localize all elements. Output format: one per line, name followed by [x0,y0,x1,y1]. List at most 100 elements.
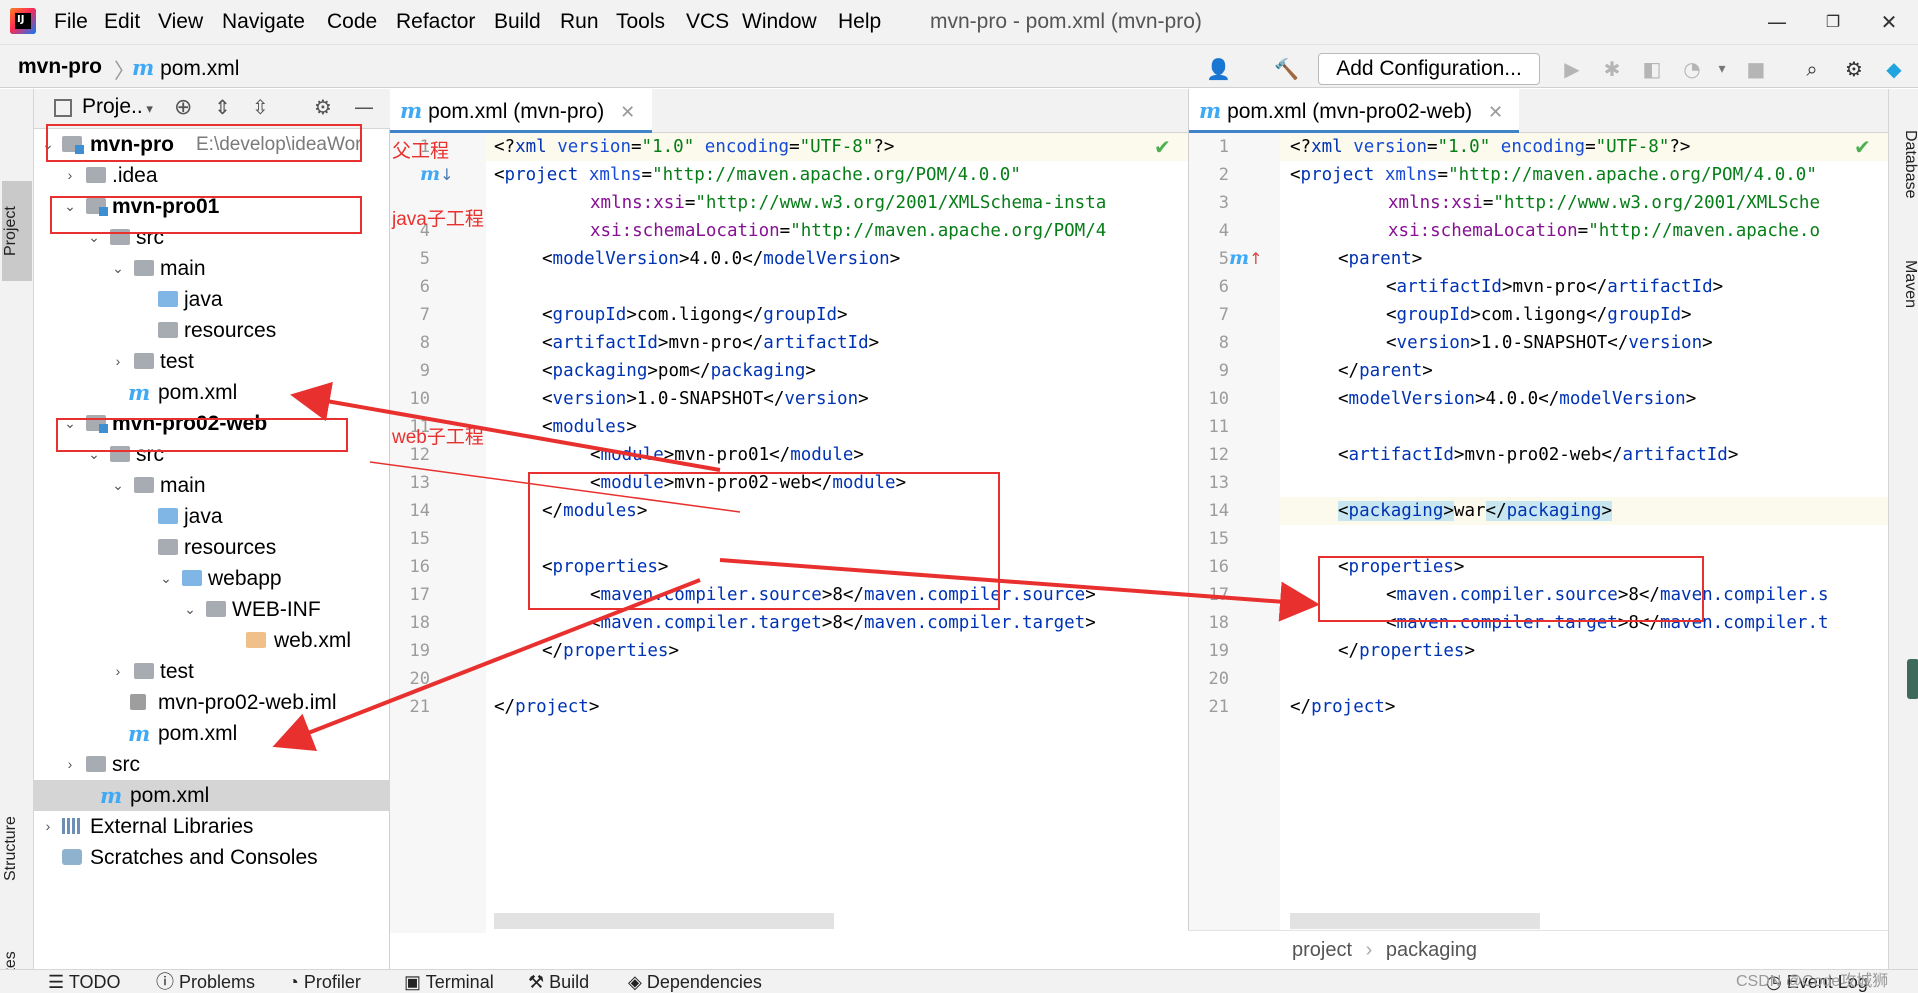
restore-icon[interactable]: ❐ [1818,8,1848,36]
tree-item-main[interactable]: ⌄ main [34,470,390,501]
annotation-box-web-child [56,418,348,452]
menu-build[interactable]: Build [494,0,541,44]
tool-tab-maven[interactable]: Maven [1889,239,1918,329]
expanded-chevron-icon[interactable]: ⌄ [158,563,174,594]
expanded-chevron-icon[interactable]: ⌄ [182,594,198,625]
line-number: 15 [1208,529,1229,549]
tool-problems[interactable]: ⓘ Problems [156,970,255,993]
tool-todo[interactable]: ☰ TODO [48,970,120,993]
horizontal-scrollbar[interactable] [1290,913,1540,929]
tree-item-pom-xml[interactable]: m pom.xml [34,718,390,749]
no-problems-check-icon[interactable]: ✔ [1154,135,1171,159]
tree-item-idea[interactable]: › .idea [34,160,390,191]
project-view-selector[interactable]: Proje.. ▾ [82,95,153,119]
menu-help[interactable]: Help [838,0,881,44]
menu-tools[interactable]: Tools [616,0,665,44]
maven-implemented-icon[interactable]: m↓ [420,163,454,185]
tree-item-src[interactable]: › src [34,749,390,780]
right-editor-code[interactable]: <?xml version="1.0" encoding="UTF-8"?> ✔… [1280,133,1888,933]
line-number: 7 [419,305,430,325]
menu-navigate[interactable]: Navigate [222,0,305,44]
maven-overrides-icon[interactable]: m↑ [1229,247,1263,269]
tree-item-iml[interactable]: mvn-pro02-web.iml [34,687,390,718]
build-hammer-icon[interactable]: 🔨 [1274,57,1299,81]
annotation-box-java-child [50,196,362,234]
left-tool-stripe: Project Structure Favorites [0,89,34,993]
tool-profiler[interactable]: ◔ Profiler [288,970,361,993]
minimize-icon[interactable]: — [1762,8,1792,36]
panel-settings-icon[interactable]: ⚙ [314,95,332,119]
run-icon[interactable]: ▶ [1560,57,1584,81]
tree-item-webapp[interactable]: ⌄ webapp [34,563,390,594]
horizontal-scrollbar[interactable] [494,913,834,929]
menu-edit[interactable]: Edit [104,0,140,44]
menu-run[interactable]: Run [560,0,599,44]
settings-gear-icon[interactable]: ⚙ [1842,57,1866,81]
tree-item-label: .idea [112,164,158,187]
tree-item-java[interactable]: java [34,501,390,532]
collapsed-chevron-icon[interactable]: › [110,346,126,377]
tree-item-external-libraries[interactable]: › External Libraries [34,811,390,842]
stop-icon[interactable]: ■ [1744,57,1768,81]
tree-item-java[interactable]: java [34,284,390,315]
menu-code[interactable]: Code [327,0,377,44]
expanded-chevron-icon[interactable]: ⌄ [110,253,126,284]
collapsed-chevron-icon[interactable]: › [62,749,78,780]
search-icon[interactable]: ⌕ [1800,57,1824,81]
tree-item-resources[interactable]: resources [34,532,390,563]
no-problems-check-icon[interactable]: ✔ [1854,135,1871,159]
tree-item-scratches[interactable]: Scratches and Consoles [34,842,390,873]
line-number: 20 [1208,669,1229,689]
hide-panel-icon[interactable]: — [354,95,374,119]
line-number: 6 [419,277,430,297]
tab-pom-mvn-pro[interactable]: m pom.xml (mvn-pro) ✕ [390,89,652,133]
tree-item-resources[interactable]: resources [34,315,390,346]
tree-item-web-inf[interactable]: ⌄ WEB-INF [34,594,390,625]
tool-terminal[interactable]: ▣ Terminal [404,970,494,993]
notification-indicator[interactable] [1907,659,1918,699]
add-configuration-button[interactable]: Add Configuration... [1318,53,1540,85]
tree-item-web-xml[interactable]: web.xml [34,625,390,656]
collapse-all-icon[interactable]: ⇳ [252,95,269,119]
breadcrumb-project[interactable]: mvn-pro [18,55,102,79]
menu-view[interactable]: View [158,0,203,44]
profiler-icon: ◔ [288,972,304,992]
locate-icon[interactable]: ⊕ [174,95,192,120]
annotation-box-parent [46,124,362,162]
iml-file-icon [130,694,146,710]
collapsed-chevron-icon[interactable]: › [110,656,126,687]
tree-item-pom-xml[interactable]: m pom.xml [34,377,390,408]
breadcrumb-file[interactable]: m pom.xml [132,55,239,81]
expand-all-icon[interactable]: ⇕ [214,95,231,119]
menu-refactor[interactable]: Refactor [396,0,475,44]
coverage-icon[interactable]: ◧ [1640,57,1664,81]
close-tab-icon[interactable]: ✕ [620,102,635,122]
close-icon[interactable]: ✕ [1874,8,1904,36]
profile-icon[interactable]: ◔ [1680,57,1704,81]
menu-file[interactable]: File [54,0,88,44]
tree-item-main[interactable]: ⌄ main [34,253,390,284]
tree-item-test[interactable]: › test [34,656,390,687]
run-options-chevron-icon[interactable]: ▾ [1710,57,1734,81]
breadcrumb-packaging-tag[interactable]: packaging [1386,939,1477,961]
menu-window[interactable]: Window [742,0,817,44]
tool-build[interactable]: ⚒ Build [528,970,589,993]
debug-icon[interactable]: ✱ [1600,57,1624,81]
menu-vcs[interactable]: VCS [686,0,729,44]
tree-item-label: resources [184,536,277,559]
expanded-chevron-icon[interactable]: ⌄ [110,470,126,501]
collapsed-chevron-icon[interactable]: › [40,811,56,842]
plugin-icon[interactable]: ◆ [1882,57,1906,81]
collapsed-chevron-icon[interactable]: › [62,160,78,191]
breadcrumb-file-label: pom.xml [160,57,240,80]
close-tab-icon[interactable]: ✕ [1488,102,1503,122]
tab-pom-mvn-pro02-web[interactable]: m pom.xml (mvn-pro02-web) ✕ [1189,89,1519,133]
user-icon[interactable]: 👤 [1206,57,1231,81]
tool-tab-database[interactable]: Database [1889,109,1918,219]
breadcrumb-project-tag[interactable]: project [1292,939,1352,961]
tool-tab-project[interactable]: Project [2,181,32,281]
tool-tab-structure[interactable]: Structure [2,789,32,909]
tree-item-pom-xml-root[interactable]: m pom.xml [34,780,390,811]
tree-item-test[interactable]: › test [34,346,390,377]
tool-dependencies[interactable]: ◈ Dependencies [628,970,762,993]
